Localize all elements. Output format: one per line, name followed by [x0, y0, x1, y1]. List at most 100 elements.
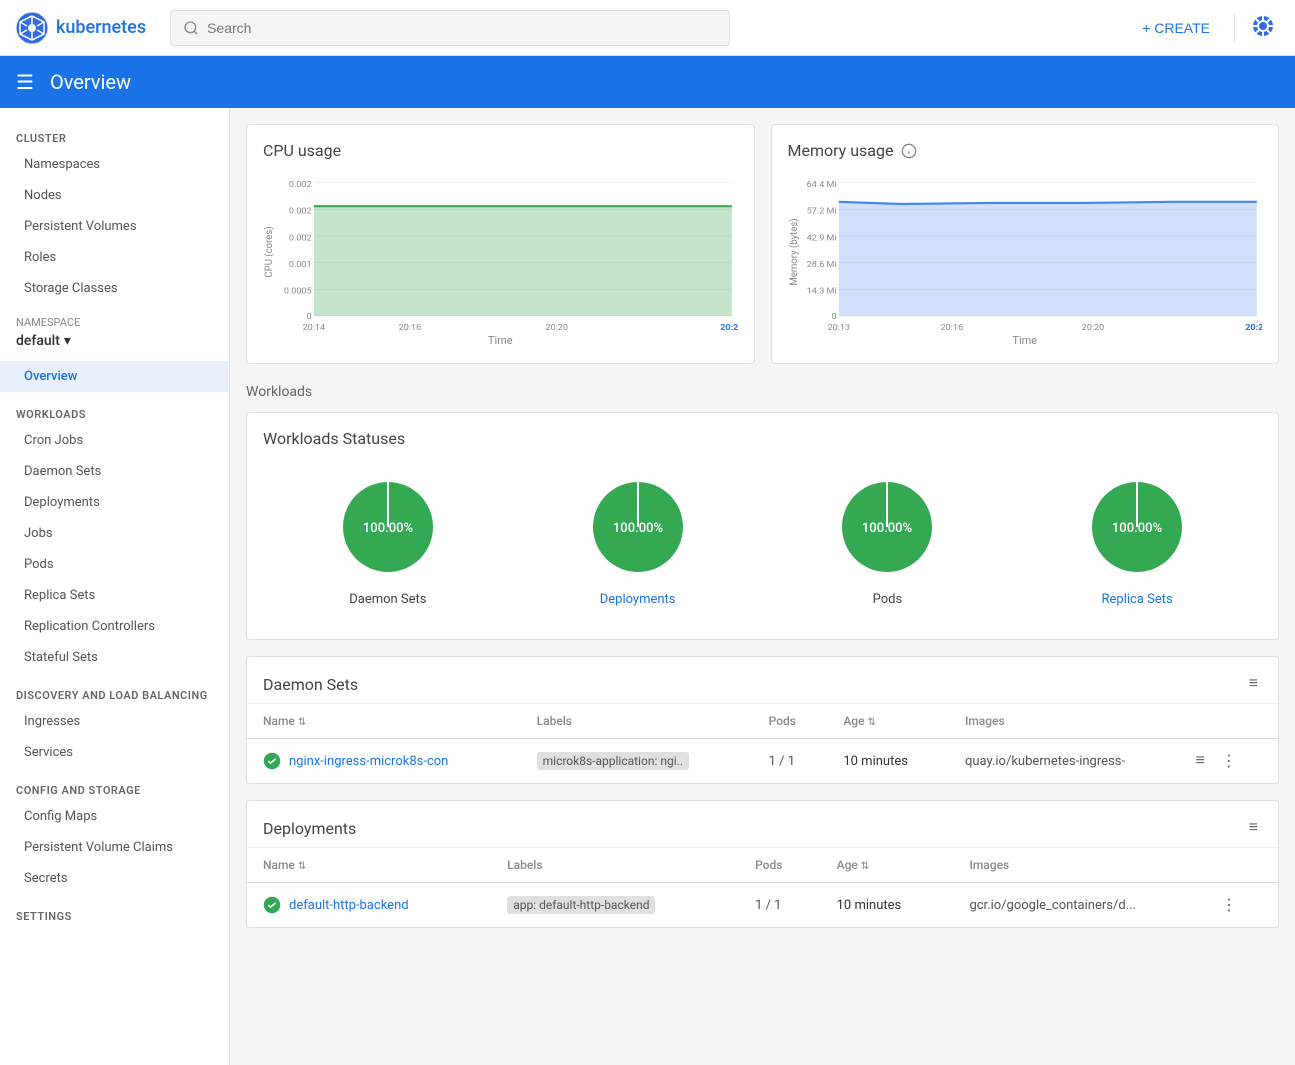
- sidebar-item-stateful-sets[interactable]: Stateful Sets: [0, 642, 229, 673]
- svg-text:0.002: 0.002: [289, 233, 312, 243]
- page-title: Overview: [50, 70, 131, 94]
- header-bar: ☰ Overview: [0, 56, 1295, 108]
- cpu-chart-card: CPU usage CPU (cores) 0.002: [246, 124, 755, 364]
- namespace-dropdown-icon: ▾: [64, 333, 71, 349]
- app-title: kubernetes: [56, 17, 146, 38]
- topnav-right: + CREATE: [1130, 10, 1279, 45]
- svg-text:20:16: 20:16: [940, 323, 963, 332]
- svg-text:0: 0: [831, 312, 836, 322]
- daemon-sets-row-pods: 1 / 1: [753, 739, 828, 784]
- daemon-sets-col-images: Images: [949, 704, 1176, 739]
- sidebar-item-services[interactable]: Services: [0, 737, 229, 768]
- svg-text:20:16: 20:16: [399, 323, 422, 332]
- sidebar-item-cron-jobs[interactable]: Cron Jobs: [0, 425, 229, 456]
- sidebar-item-nodes[interactable]: Nodes: [0, 180, 229, 211]
- nav-divider: [1234, 14, 1235, 42]
- sidebar-item-pods[interactable]: Pods: [0, 549, 229, 580]
- search-box[interactable]: [170, 10, 730, 46]
- memory-chart-area: Memory (bytes) 64.4 Mi 57.2 Mi 42.9 Mi 2…: [788, 172, 1263, 332]
- svg-text:28.6 Mi: 28.6 Mi: [806, 260, 836, 270]
- deployments-table: Name ⇅ Labels Pods Age ⇅ Images: [247, 848, 1278, 927]
- sidebar-item-replica-sets[interactable]: Replica Sets: [0, 580, 229, 611]
- settings-icon: [1251, 14, 1275, 38]
- kubernetes-logo-icon: [16, 12, 48, 44]
- deployments-filter-button[interactable]: ≡: [1245, 817, 1262, 839]
- svg-text:57.2 Mi: 57.2 Mi: [806, 207, 836, 217]
- settings-icon-button[interactable]: [1247, 10, 1279, 45]
- donut-daemon-sets-label: Daemon Sets: [349, 592, 426, 607]
- daemon-sets-col-labels: Labels: [521, 704, 753, 739]
- svg-text:42.9 Mi: 42.9 Mi: [806, 233, 836, 243]
- donut-replica-sets: 100.00% Replica Sets: [1082, 472, 1192, 607]
- cpu-chart-svg: CPU (cores) 0.002 0.002 0.002 0.001: [263, 172, 738, 332]
- deployments-row-more-icon-button[interactable]: ⋮: [1217, 893, 1241, 917]
- daemon-sets-row-name[interactable]: nginx-ingress-microk8s-con: [289, 754, 448, 769]
- svg-text:20:20: 20:20: [1081, 323, 1104, 332]
- daemon-sets-row-more-icon-button[interactable]: ⋮: [1217, 749, 1241, 773]
- sidebar-item-namespaces[interactable]: Namespaces: [0, 149, 229, 180]
- donut-pods: 100.00% Pods: [832, 472, 942, 607]
- sidebar-item-overview[interactable]: Overview: [0, 361, 229, 392]
- deployments-col-labels: Labels: [491, 848, 739, 883]
- donut-replica-sets-label[interactable]: Replica Sets: [1102, 592, 1173, 607]
- svg-text:0.0005: 0.0005: [284, 287, 312, 297]
- main-content: CPU usage CPU (cores) 0.002: [230, 108, 1295, 1065]
- sidebar-item-daemon-sets[interactable]: Daemon Sets: [0, 456, 229, 487]
- sidebar-item-storage-classes[interactable]: Storage Classes: [0, 273, 229, 304]
- cpu-chart-title: CPU usage: [263, 141, 738, 160]
- workloads-statuses-card: Workloads Statuses 100.00% Daemon Sets: [246, 412, 1279, 640]
- deployments-row-name[interactable]: default-http-backend: [289, 898, 409, 913]
- donut-replica-sets-svg: 100.00%: [1082, 472, 1192, 582]
- svg-text:100.00%: 100.00%: [613, 521, 663, 536]
- memory-chart-svg: Memory (bytes) 64.4 Mi 57.2 Mi 42.9 Mi 2…: [788, 172, 1263, 332]
- sidebar-item-deployments[interactable]: Deployments: [0, 487, 229, 518]
- sidebar-item-persistent-volume-claims[interactable]: Persistent Volume Claims: [0, 832, 229, 863]
- deployments-row-actions: ⋮: [1201, 883, 1278, 928]
- status-ok-icon: [263, 896, 281, 914]
- sidebar-item-ingresses[interactable]: Ingresses: [0, 706, 229, 737]
- namespace-label: Namespace: [16, 316, 213, 329]
- svg-text:100.00%: 100.00%: [363, 521, 413, 536]
- create-button[interactable]: + CREATE: [1130, 14, 1222, 42]
- svg-text:20:20: 20:20: [546, 323, 569, 332]
- daemon-sets-row-labels: microk8s-application: ngi..: [521, 739, 753, 784]
- sidebar-item-jobs[interactable]: Jobs: [0, 518, 229, 549]
- deployments-title: Deployments: [263, 819, 356, 838]
- sidebar-item-roles[interactable]: Roles: [0, 242, 229, 273]
- namespace-selector[interactable]: default ▾: [16, 333, 213, 349]
- deployments-row-age: 10 minutes: [821, 883, 954, 928]
- donut-deployments-label[interactable]: Deployments: [600, 592, 676, 607]
- deployments-col-images: Images: [953, 848, 1201, 883]
- daemon-sets-table: Name ⇅ Labels Pods Age ⇅ Images: [247, 704, 1278, 783]
- daemon-sets-col-pods: Pods: [753, 704, 828, 739]
- daemon-sets-table-card: Daemon Sets ≡ Name ⇅ Labels Pods Age ⇅ I…: [246, 656, 1279, 784]
- svg-text:100.00%: 100.00%: [862, 521, 912, 536]
- sidebar: Cluster Namespaces Nodes Persistent Volu…: [0, 108, 230, 1065]
- deployments-col-pods: Pods: [739, 848, 821, 883]
- svg-text:0.002: 0.002: [289, 207, 312, 217]
- deployments-col-age: Age ⇅: [821, 848, 954, 883]
- donut-pods-label: Pods: [873, 592, 903, 607]
- daemon-sets-col-name: Name ⇅: [247, 704, 521, 739]
- daemon-sets-row-status: nginx-ingress-microk8s-con: [247, 739, 521, 784]
- sidebar-item-replication-controllers[interactable]: Replication Controllers: [0, 611, 229, 642]
- donut-row: 100.00% Daemon Sets 100.00% Deployments: [263, 464, 1262, 623]
- svg-text:20:24: 20:24: [720, 323, 737, 332]
- info-icon: [901, 143, 917, 159]
- daemon-sets-row-list-icon-button[interactable]: ≡: [1192, 750, 1209, 772]
- svg-text:64.4 Mi: 64.4 Mi: [806, 180, 836, 190]
- deployments-row-images: gcr.io/google_containers/d...: [953, 883, 1201, 928]
- deployments-row-status: default-http-backend: [247, 883, 491, 928]
- daemon-sets-filter-button[interactable]: ≡: [1245, 673, 1262, 695]
- menu-toggle-button[interactable]: ☰: [16, 70, 34, 95]
- cpu-x-label: Time: [263, 334, 738, 347]
- status-ok-icon: [263, 752, 281, 770]
- sidebar-item-persistent-volumes[interactable]: Persistent Volumes: [0, 211, 229, 242]
- donut-deployments-svg: 100.00%: [583, 472, 693, 582]
- settings-section-label: Settings: [0, 894, 229, 927]
- namespace-value: default: [16, 333, 60, 349]
- app-logo: kubernetes: [16, 12, 146, 44]
- sidebar-item-secrets[interactable]: Secrets: [0, 863, 229, 894]
- sidebar-item-config-maps[interactable]: Config Maps: [0, 801, 229, 832]
- search-input[interactable]: [207, 20, 717, 36]
